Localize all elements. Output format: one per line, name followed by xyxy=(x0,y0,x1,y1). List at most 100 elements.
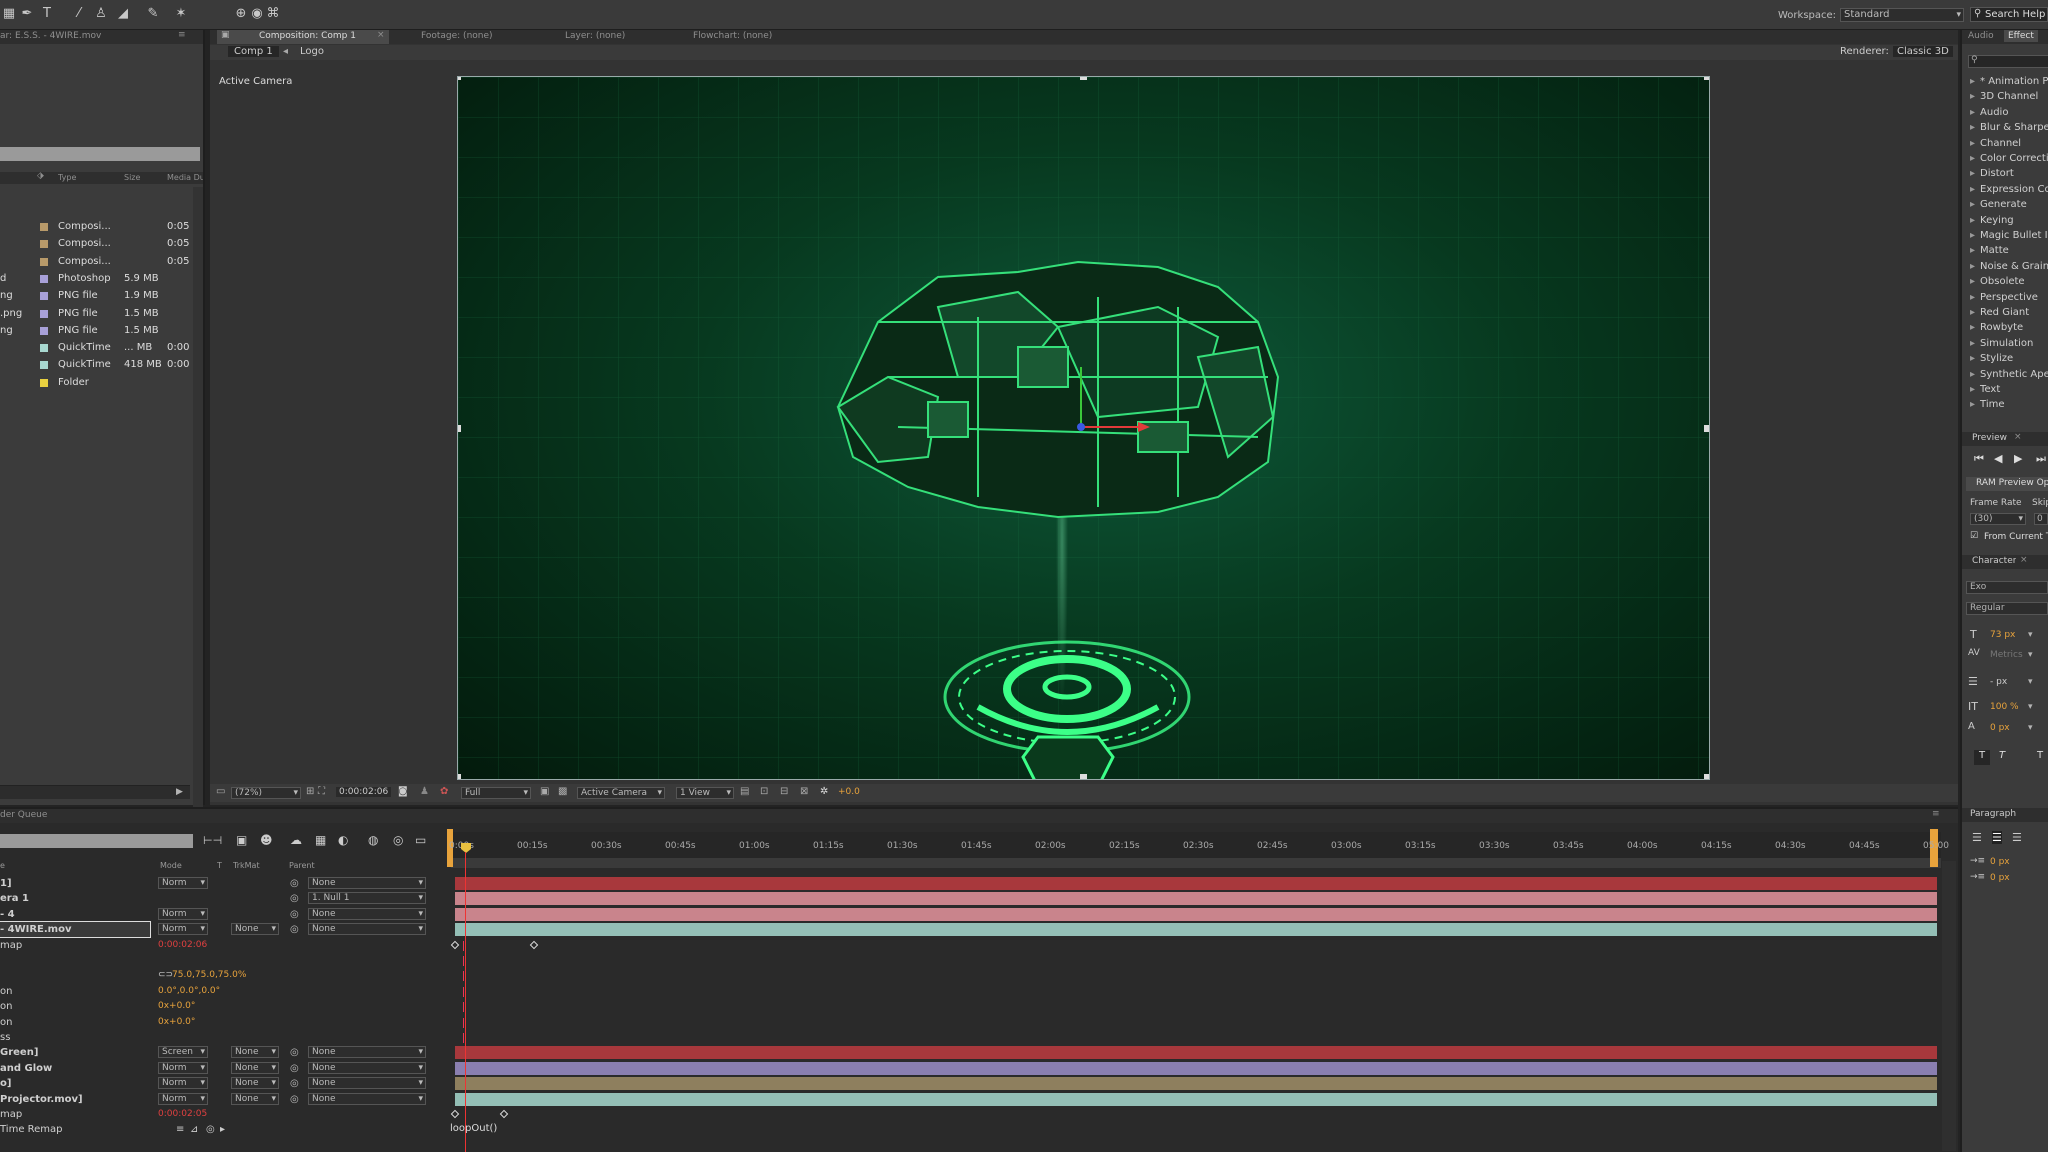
work-area-bar[interactable] xyxy=(451,858,1941,868)
layer-duration-bar[interactable] xyxy=(455,1092,1937,1106)
resolution-dropdown[interactable]: Full xyxy=(461,787,531,799)
property-value[interactable]: 0:00:02:05 xyxy=(158,1107,207,1122)
timeline-scrollbar[interactable] xyxy=(1942,861,1956,1151)
layer-duration-bar[interactable] xyxy=(455,1061,1937,1075)
effect-category-item[interactable]: Generate xyxy=(1970,199,2048,210)
parent-dropdown[interactable]: None xyxy=(308,923,426,936)
ram-preview-options[interactable]: RAM Preview Op xyxy=(1966,477,2048,491)
kerning-value[interactable]: Metrics xyxy=(1990,650,2023,660)
camera-view-dropdown[interactable]: Active Camera xyxy=(577,787,665,799)
layer-name[interactable]: Time Remap xyxy=(0,1122,63,1137)
faux-bold-button[interactable]: T xyxy=(1974,750,1990,765)
pick-whip-icon[interactable]: ◎ xyxy=(290,1076,299,1091)
label-color-swatch[interactable] xyxy=(40,309,48,318)
tab-flowchart[interactable]: Flowchart: (none) xyxy=(693,31,772,41)
close-icon[interactable]: × xyxy=(2020,555,2028,565)
rotate-tool-icon[interactable]: ▦ xyxy=(0,5,18,23)
search-help-field[interactable]: ⚲ Search Help xyxy=(1970,7,2048,22)
effect-category-item[interactable]: Noise & Grain xyxy=(1970,261,2048,272)
project-scrollbar[interactable] xyxy=(193,187,203,807)
indent-left-value[interactable]: 0 px xyxy=(1990,857,2010,867)
layer-search-field[interactable] xyxy=(0,834,193,848)
chevron-down-icon[interactable]: ▾ xyxy=(2028,650,2033,660)
layer-duration-bar[interactable] xyxy=(455,1077,1937,1091)
expression-pickwhip-icon[interactable]: ◎ xyxy=(206,1122,215,1137)
timeline-layer-row[interactable]: on 0x+0.0° xyxy=(0,999,445,1014)
tab-layer[interactable]: Layer: (none) xyxy=(565,31,625,41)
project-search-field[interactable] xyxy=(0,147,200,161)
track-matte-dropdown[interactable]: None xyxy=(231,1077,279,1090)
layer-duration-bar[interactable] xyxy=(455,892,1937,906)
layer-name[interactable]: era 1 xyxy=(0,891,29,906)
blend-mode-dropdown[interactable]: Norm xyxy=(158,923,208,936)
effect-category-item[interactable]: Magic Bullet Ins xyxy=(1970,230,2048,241)
label-color-swatch[interactable] xyxy=(40,274,48,283)
reset-exposure-icon[interactable]: ✲ xyxy=(820,786,828,797)
graph-editor-icon[interactable]: ◎ xyxy=(393,833,403,847)
render-queue-tab[interactable]: der Queue xyxy=(0,810,47,820)
transparency-grid-icon[interactable]: ▩ xyxy=(558,786,567,797)
project-item[interactable]: QuickTime 418 MB 0:00 xyxy=(0,358,193,373)
column-parent[interactable]: Parent xyxy=(289,861,315,870)
composition-canvas[interactable] xyxy=(457,76,1710,780)
align-left-icon[interactable]: ☰ xyxy=(1972,831,1982,844)
timeline-layer-row[interactable]: and Glow Norm None ◎ None xyxy=(0,1061,445,1076)
label-color-swatch[interactable] xyxy=(40,223,48,231)
column-type[interactable]: Type xyxy=(58,173,76,182)
layer-name[interactable]: Green] xyxy=(0,1045,38,1060)
color-channel-icon[interactable]: ✿ xyxy=(440,786,448,797)
track-matte-dropdown[interactable]: None xyxy=(231,1046,279,1059)
blend-mode-dropdown[interactable]: Norm xyxy=(158,1077,208,1090)
effect-category-item[interactable]: * Animation Pre xyxy=(1970,76,2048,87)
effect-category-item[interactable]: Expression Con xyxy=(1970,184,2048,195)
pick-whip-icon[interactable]: ◎ xyxy=(290,891,299,906)
first-frame-icon[interactable]: ⏮ xyxy=(1974,452,1984,466)
pick-whip-icon[interactable]: ◎ xyxy=(290,907,299,922)
column-mode[interactable]: Mode xyxy=(160,861,182,870)
layer-name[interactable]: 1] xyxy=(0,876,12,891)
expression-graph-icon[interactable]: ⊿ xyxy=(190,1122,198,1137)
layer-name[interactable]: map xyxy=(0,938,22,953)
current-time-indicator-line[interactable] xyxy=(465,852,466,1152)
layer-name[interactable]: on xyxy=(0,1015,12,1030)
project-item[interactable]: QuickTime ... MB 0:00 xyxy=(0,341,193,356)
parent-dropdown[interactable]: 1. Null 1 xyxy=(308,892,426,905)
timeline-layer-row[interactable]: map 0:00:02:06 xyxy=(0,938,445,953)
motion-blur-icon[interactable]: ▦ xyxy=(315,833,326,847)
effect-category-item[interactable]: Synthetic Apert xyxy=(1970,369,2048,380)
mask-visibility-icon[interactable]: ⛶ xyxy=(318,786,325,797)
layer-name[interactable]: - 4 xyxy=(0,907,15,922)
close-icon[interactable]: × xyxy=(2014,432,2022,442)
blend-mode-dropdown[interactable]: Screen xyxy=(158,1046,208,1059)
column-media-duration[interactable]: Media Dur xyxy=(167,173,203,182)
layer-name[interactable]: Projector.mov] xyxy=(0,1092,83,1107)
all-caps-button[interactable]: T xyxy=(2032,750,2048,765)
indent-first-value[interactable]: 0 px xyxy=(1990,873,2010,883)
column-layer-name[interactable]: e xyxy=(0,861,5,870)
brainstorm-icon[interactable]: ◐ xyxy=(338,833,348,847)
label-color-swatch[interactable] xyxy=(40,257,48,266)
zoom-dropdown[interactable]: (72%) xyxy=(231,787,301,799)
parent-dropdown[interactable]: None xyxy=(308,1077,426,1090)
pick-whip-icon[interactable]: ◎ xyxy=(290,876,299,891)
view-layout-dropdown[interactable]: 1 View xyxy=(676,787,734,799)
blend-mode-dropdown[interactable]: Norm xyxy=(158,1092,208,1105)
property-value[interactable]: 0x+0.0° xyxy=(158,999,195,1014)
timeline-icon[interactable]: ⊟ xyxy=(780,786,788,797)
transform-handle-tr[interactable] xyxy=(1704,77,1709,80)
effect-category-item[interactable]: Blur & Sharpen xyxy=(1970,122,2048,133)
effect-category-item[interactable]: Obsolete xyxy=(1970,276,2048,287)
layer-name[interactable]: - 4WIRE.mov xyxy=(0,921,151,939)
show-snapshot-icon[interactable]: ♟ xyxy=(420,786,429,797)
transform-handle-mr[interactable] xyxy=(1704,425,1709,432)
effects-search-field[interactable]: ⚲ xyxy=(1968,55,2048,68)
layer-name[interactable]: o] xyxy=(0,1076,11,1091)
timeline-layer-row[interactable]: 1] Norm ◎ None xyxy=(0,876,445,891)
toggle-pixel-aspect-icon[interactable]: ▤ xyxy=(740,786,749,797)
layer-name[interactable]: on xyxy=(0,999,12,1014)
expression-language-menu-icon[interactable]: ▸ xyxy=(220,1122,225,1137)
skip-field[interactable]: 0 xyxy=(2034,513,2048,525)
project-item[interactable]: ng PNG file 1.9 MB xyxy=(0,289,193,304)
frame-rate-dropdown[interactable]: (30) xyxy=(1970,513,2026,525)
label-color-swatch[interactable] xyxy=(40,344,48,353)
